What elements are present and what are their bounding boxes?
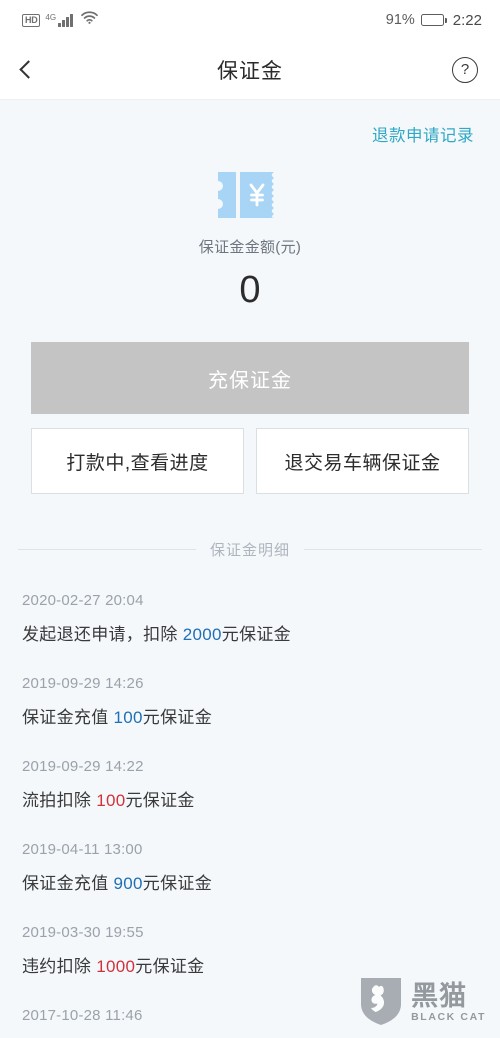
deposit-amount-label: 保证金金额(元)	[198, 239, 302, 256]
history-prefix: 保证金充值	[22, 708, 114, 727]
signal-bars-icon	[58, 13, 73, 27]
help-circle-icon[interactable]: ?	[452, 56, 478, 83]
history-prefix: 流拍扣除	[22, 791, 97, 810]
battery-icon	[420, 14, 447, 26]
back-chevron-icon[interactable]	[19, 60, 38, 79]
payment-progress-button[interactable]: 打款中,查看进度	[31, 428, 244, 494]
black-cat-shield-icon	[358, 975, 404, 1032]
history-timestamp: 2019-09-29 14:22	[22, 758, 144, 775]
refund-link-row: 退款申请记录	[0, 100, 500, 146]
history-description: 违约扣除 1000元保证金	[22, 952, 478, 977]
nav-bar: 保证金 ?	[0, 40, 500, 100]
list-item: 2020-02-27 20:04 发起退还申请，扣除 2000元保证金	[22, 592, 478, 645]
history-timestamp: 2019-04-11 13:00	[22, 841, 143, 858]
deposit-history-list: 2020-02-27 20:04 发起退还申请，扣除 2000元保证金 2019…	[0, 560, 500, 1024]
history-timestamp: 2020-02-27 20:04	[22, 592, 144, 609]
deposit-amount-value: 0	[239, 269, 261, 311]
history-amount: 2000	[182, 625, 222, 644]
page-title: 保证金	[217, 59, 283, 83]
main-content: 退款申请记录 保证金金额(元) 0 充保证金 打款中,查看进度 退交易车辆保证金…	[0, 100, 500, 1038]
history-amount: 1000	[96, 957, 136, 976]
status-bar: HD 4G 91% 2:22	[0, 0, 500, 40]
list-item: 2019-04-11 13:00 保证金充值 900元保证金	[22, 841, 478, 894]
ticket-yen-icon	[214, 168, 286, 222]
divider-line-right	[304, 549, 483, 550]
history-prefix: 保证金充值	[22, 874, 114, 893]
history-suffix: 元保证金	[142, 708, 212, 727]
history-suffix: 元保证金	[135, 957, 205, 976]
watermark-name-en: BLACK CAT	[411, 1011, 486, 1024]
history-description: 发起退还申请，扣除 2000元保证金	[22, 620, 478, 645]
status-bar-left: HD 4G	[22, 11, 98, 29]
history-amount: 900	[113, 874, 143, 893]
history-suffix: 元保证金	[221, 625, 291, 644]
divider-line-left	[18, 549, 196, 550]
hd-icon: HD	[22, 13, 41, 27]
history-timestamp: 2019-03-30 19:55	[22, 924, 144, 941]
status-bar-clock: 2:22	[452, 11, 482, 29]
deposit-summary-block: 保证金金额(元) 0	[0, 146, 500, 309]
cellular-signal-group: 4G	[45, 12, 73, 27]
network-type-label: 4G	[45, 12, 57, 22]
history-description: 流拍扣除 100元保证金	[22, 786, 478, 811]
list-item: 2019-03-30 19:55 违约扣除 1000元保证金	[22, 924, 478, 977]
history-prefix: 违约扣除	[22, 957, 97, 976]
watermark-name-cn: 黑猫	[411, 980, 468, 1011]
deposit-detail-title: 保证金明细	[210, 542, 291, 559]
history-suffix: 元保证金	[142, 874, 212, 893]
watermark-text: 黑猫 BLACK CAT	[411, 980, 486, 1024]
status-bar-right: 91% 2:22	[386, 12, 482, 29]
black-cat-watermark: 黑猫 BLACK CAT	[358, 975, 486, 1032]
refund-vehicle-deposit-button[interactable]: 退交易车辆保证金	[256, 428, 469, 494]
history-description: 保证金充值 100元保证金	[22, 703, 478, 728]
history-description: 保证金充值 900元保证金	[22, 869, 478, 894]
battery-percent-label: 91%	[385, 12, 415, 28]
history-amount: 100	[96, 791, 126, 810]
wifi-icon	[81, 11, 98, 29]
list-item: 2019-09-29 14:26 保证金充值 100元保证金	[22, 675, 478, 728]
history-prefix: 发起退还申请，扣除	[22, 625, 183, 644]
refund-application-records-link[interactable]: 退款申请记录	[372, 122, 474, 146]
secondary-actions-row: 打款中,查看进度 退交易车辆保证金	[31, 428, 469, 494]
history-timestamp: 2019-09-29 14:26	[22, 675, 144, 692]
history-suffix: 元保证金	[125, 791, 195, 810]
recharge-deposit-button[interactable]: 充保证金	[31, 342, 469, 414]
deposit-detail-divider: 保证金明细	[18, 539, 483, 560]
history-amount: 100	[113, 708, 143, 727]
list-item: 2019-09-29 14:22 流拍扣除 100元保证金	[22, 758, 478, 811]
